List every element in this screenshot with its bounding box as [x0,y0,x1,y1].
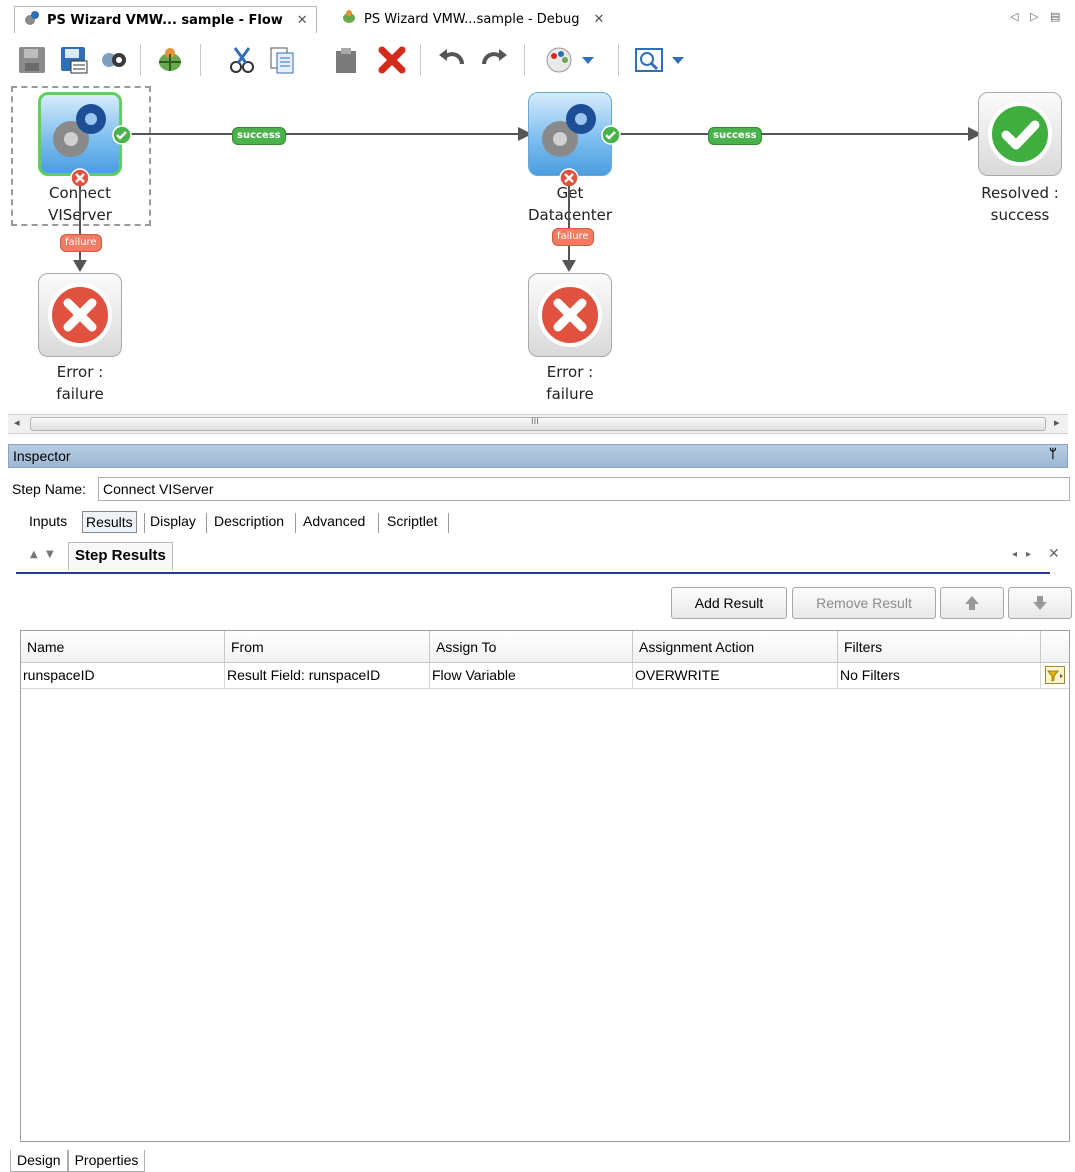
flow-icon [23,9,41,31]
save-icon[interactable] [14,42,50,78]
tab-flow-label: PS Wizard VMW... sample - Flow [47,12,283,28]
cell-assign-to[interactable]: Flow Variable [430,663,633,689]
arrow-head-icon [73,260,87,272]
results-table: Name From Assign To Assignment Action Fi… [20,630,1070,1142]
resolved-node[interactable] [978,92,1062,176]
error-icon [48,283,112,347]
success-edge[interactable] [126,133,526,135]
move-up-button[interactable] [940,587,1004,619]
step-name-label: Step Name: [12,481,86,497]
cut-icon[interactable] [224,42,260,78]
close-icon[interactable]: ✕ [594,12,605,27]
gear-icon [53,104,106,157]
inspector-header: Inspector ᛘ [8,444,1068,468]
tab-advanced[interactable]: Advanced [300,511,368,531]
gear-icon [542,104,596,157]
pin-icon[interactable]: ᛘ [1049,447,1057,462]
tab-design[interactable]: Design [10,1150,68,1172]
cell-name[interactable]: runspaceID [21,663,225,689]
cell-filters[interactable]: No Filters [838,663,1041,689]
delete-icon[interactable] [374,42,410,78]
error-node[interactable] [528,273,612,357]
tab-description[interactable]: Description [211,511,287,531]
tab-debug[interactable]: PS Wizard VMW...sample - Debug ✕ [332,6,612,32]
toolbar [0,38,1075,82]
link-icon[interactable] [96,42,132,78]
debug-icon[interactable] [152,42,188,78]
column-header-assignment-action[interactable]: Assignment Action [633,631,838,663]
column-header-from[interactable]: From [225,631,430,663]
document-tab-strip: PS Wizard VMW... sample - Flow ✕ PS Wiza… [0,0,1075,39]
close-icon[interactable]: ✕ [1048,546,1060,562]
move-up-icon[interactable]: ▲ [30,549,38,560]
step-name-field[interactable]: Connect VIServer [98,477,1070,501]
check-icon [988,102,1052,166]
scroll-right-arrow-icon[interactable]: ▸ [1054,416,1060,429]
error-node[interactable] [38,273,122,357]
palette-icon[interactable] [542,42,602,78]
resolved-node-label: Resolved : success [981,184,1059,224]
debug-icon [340,8,358,30]
cell-assignment-action[interactable]: OVERWRITE [633,663,838,689]
cell-from[interactable]: Result Field: runspaceID [225,663,430,689]
edit-filter-button[interactable] [1041,663,1069,689]
scroll-grip: III [531,417,539,427]
connect-viserver-node[interactable] [38,92,122,176]
tab-flow[interactable]: PS Wizard VMW... sample - Flow ✕ [14,6,317,33]
tab-step-results[interactable]: Step Results [68,542,173,570]
tab-inputs[interactable]: Inputs [26,511,70,531]
tab-properties[interactable]: Properties [67,1150,146,1172]
move-down-button[interactable] [1008,587,1072,619]
success-check-icon [601,125,621,145]
success-check-icon [112,125,132,145]
success-edge[interactable] [613,133,975,135]
tab-scriptlet[interactable]: Scriptlet [384,511,441,531]
paste-icon[interactable] [328,42,364,78]
subtab-underline [16,572,1050,574]
inspector-title: Inspector [13,448,71,464]
flow-canvas[interactable]: success success Connect VIServer failure… [8,84,1068,412]
bottom-tab-strip: Design Properties [10,1150,146,1172]
failure-edge[interactable] [568,186,570,266]
error-node-label: Error : failure [56,363,104,403]
undo-icon[interactable] [434,42,470,78]
tab-results[interactable]: Results [82,511,137,533]
scroll-thumb[interactable]: III [30,417,1046,431]
copy-icon[interactable] [264,42,300,78]
redo-icon[interactable] [476,42,512,78]
save-as-icon[interactable] [56,42,92,78]
column-header-filters[interactable]: Filters [838,631,1041,663]
get-node-label: Get Datacenter [508,182,632,226]
remove-result-button[interactable]: Remove Result [792,587,936,619]
success-badge: success [232,127,286,145]
success-badge: success [708,127,762,145]
scroll-right-icon[interactable]: ▸ [1026,549,1031,560]
horizontal-scrollbar[interactable]: ◂ III ▸ [8,414,1068,434]
error-node-label: Error : failure [546,363,594,403]
get-datacenter-node[interactable] [528,92,612,176]
column-header-name[interactable]: Name [21,631,225,663]
failure-badge: failure [60,234,102,252]
error-icon [538,283,602,347]
arrow-up-icon [965,596,979,610]
arrow-head-icon [562,260,576,272]
tab-list-icon[interactable]: ▤ [1050,10,1060,23]
zoom-icon[interactable] [632,42,692,78]
add-result-button[interactable]: Add Result [671,587,787,619]
scroll-right-icon[interactable]: ▷ [1030,10,1038,23]
failure-badge: failure [552,228,594,246]
scroll-left-arrow-icon[interactable]: ◂ [14,416,20,429]
tab-display[interactable]: Display [147,511,199,531]
move-down-icon[interactable]: ▼ [46,549,54,560]
arrow-down-icon [1033,596,1047,610]
scroll-left-icon[interactable]: ◁ [1010,10,1018,23]
column-header-assign-to[interactable]: Assign To [430,631,633,663]
close-icon[interactable]: ✕ [297,13,308,28]
tab-debug-label: PS Wizard VMW...sample - Debug [364,11,580,27]
filter-edit-icon [1045,666,1065,684]
failure-edge[interactable] [79,186,81,266]
scroll-left-icon[interactable]: ◂ [1012,549,1017,560]
